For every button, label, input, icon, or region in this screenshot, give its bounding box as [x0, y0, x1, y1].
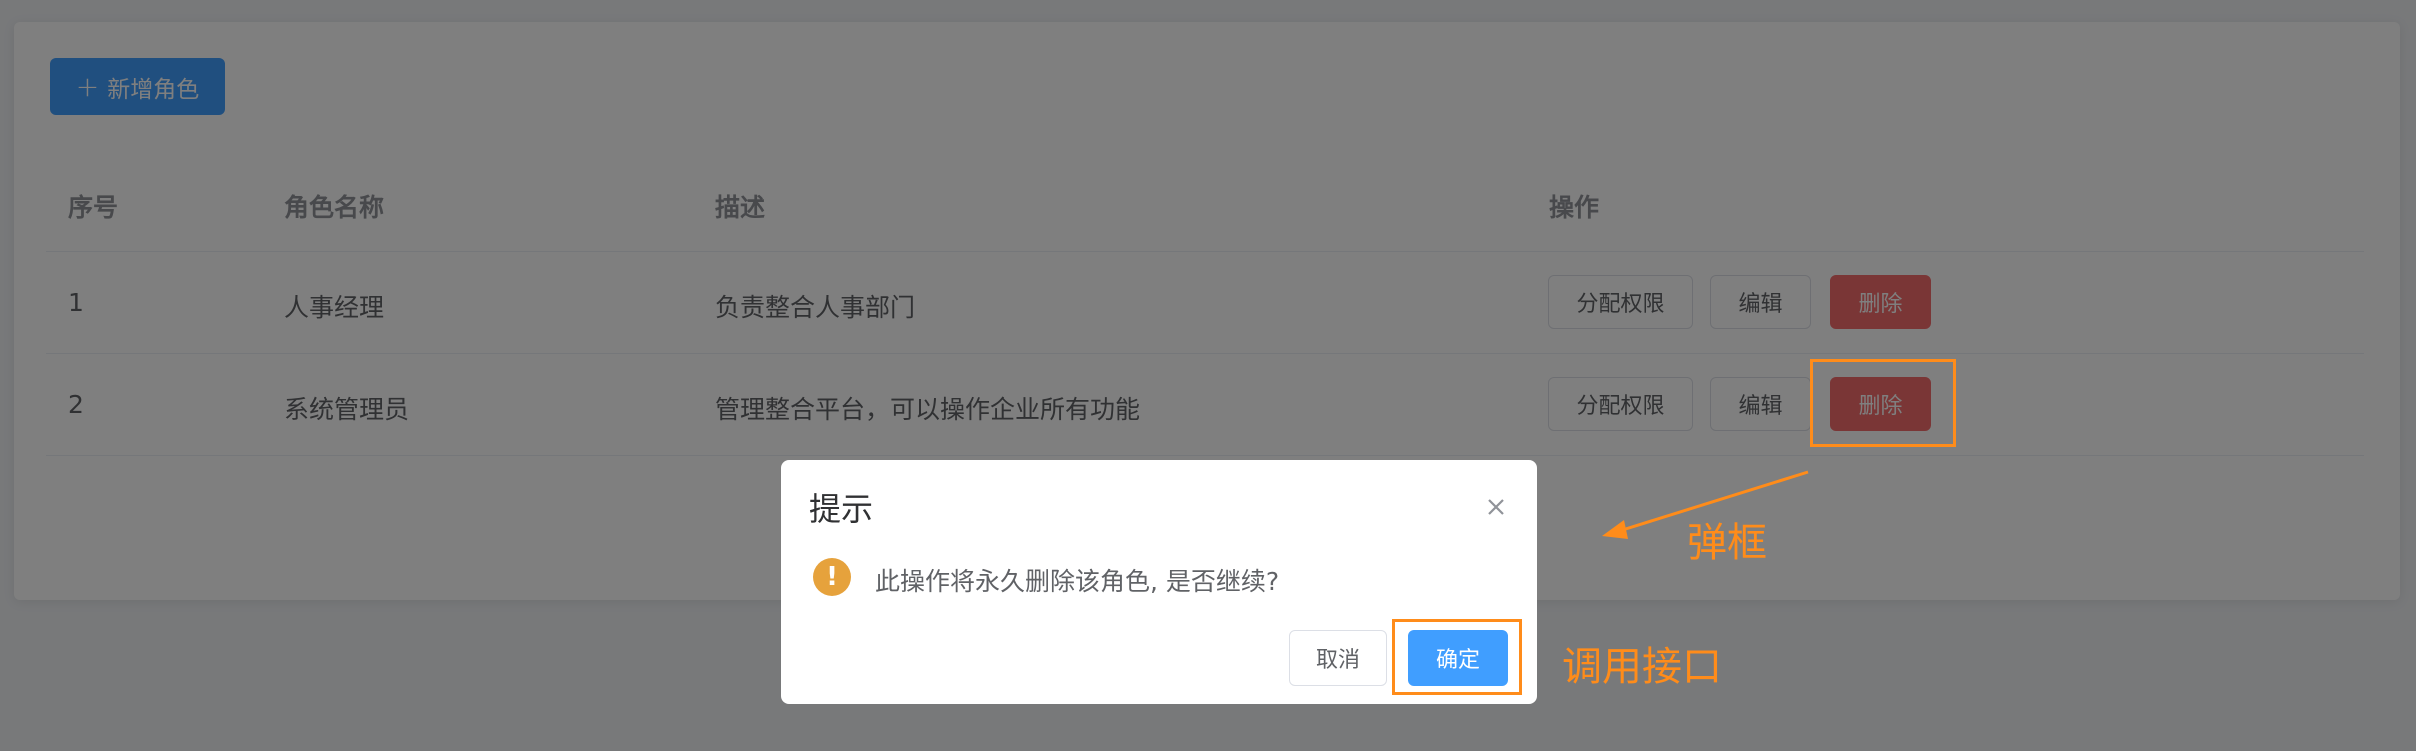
confirm-highlight-box: [1392, 619, 1522, 695]
dialog-title: 提示: [809, 490, 874, 528]
delete-highlight-box: [1810, 359, 1956, 447]
annotation-popup: 弹框: [1687, 520, 1767, 566]
cancel-button[interactable]: 取消: [1289, 630, 1387, 686]
warning-icon: !: [813, 558, 851, 596]
annotation-call-api: 调用接口: [1562, 644, 1722, 690]
dialog-message: 此操作将永久删除该角色, 是否继续?: [875, 567, 1280, 596]
close-icon[interactable]: [1481, 492, 1511, 522]
